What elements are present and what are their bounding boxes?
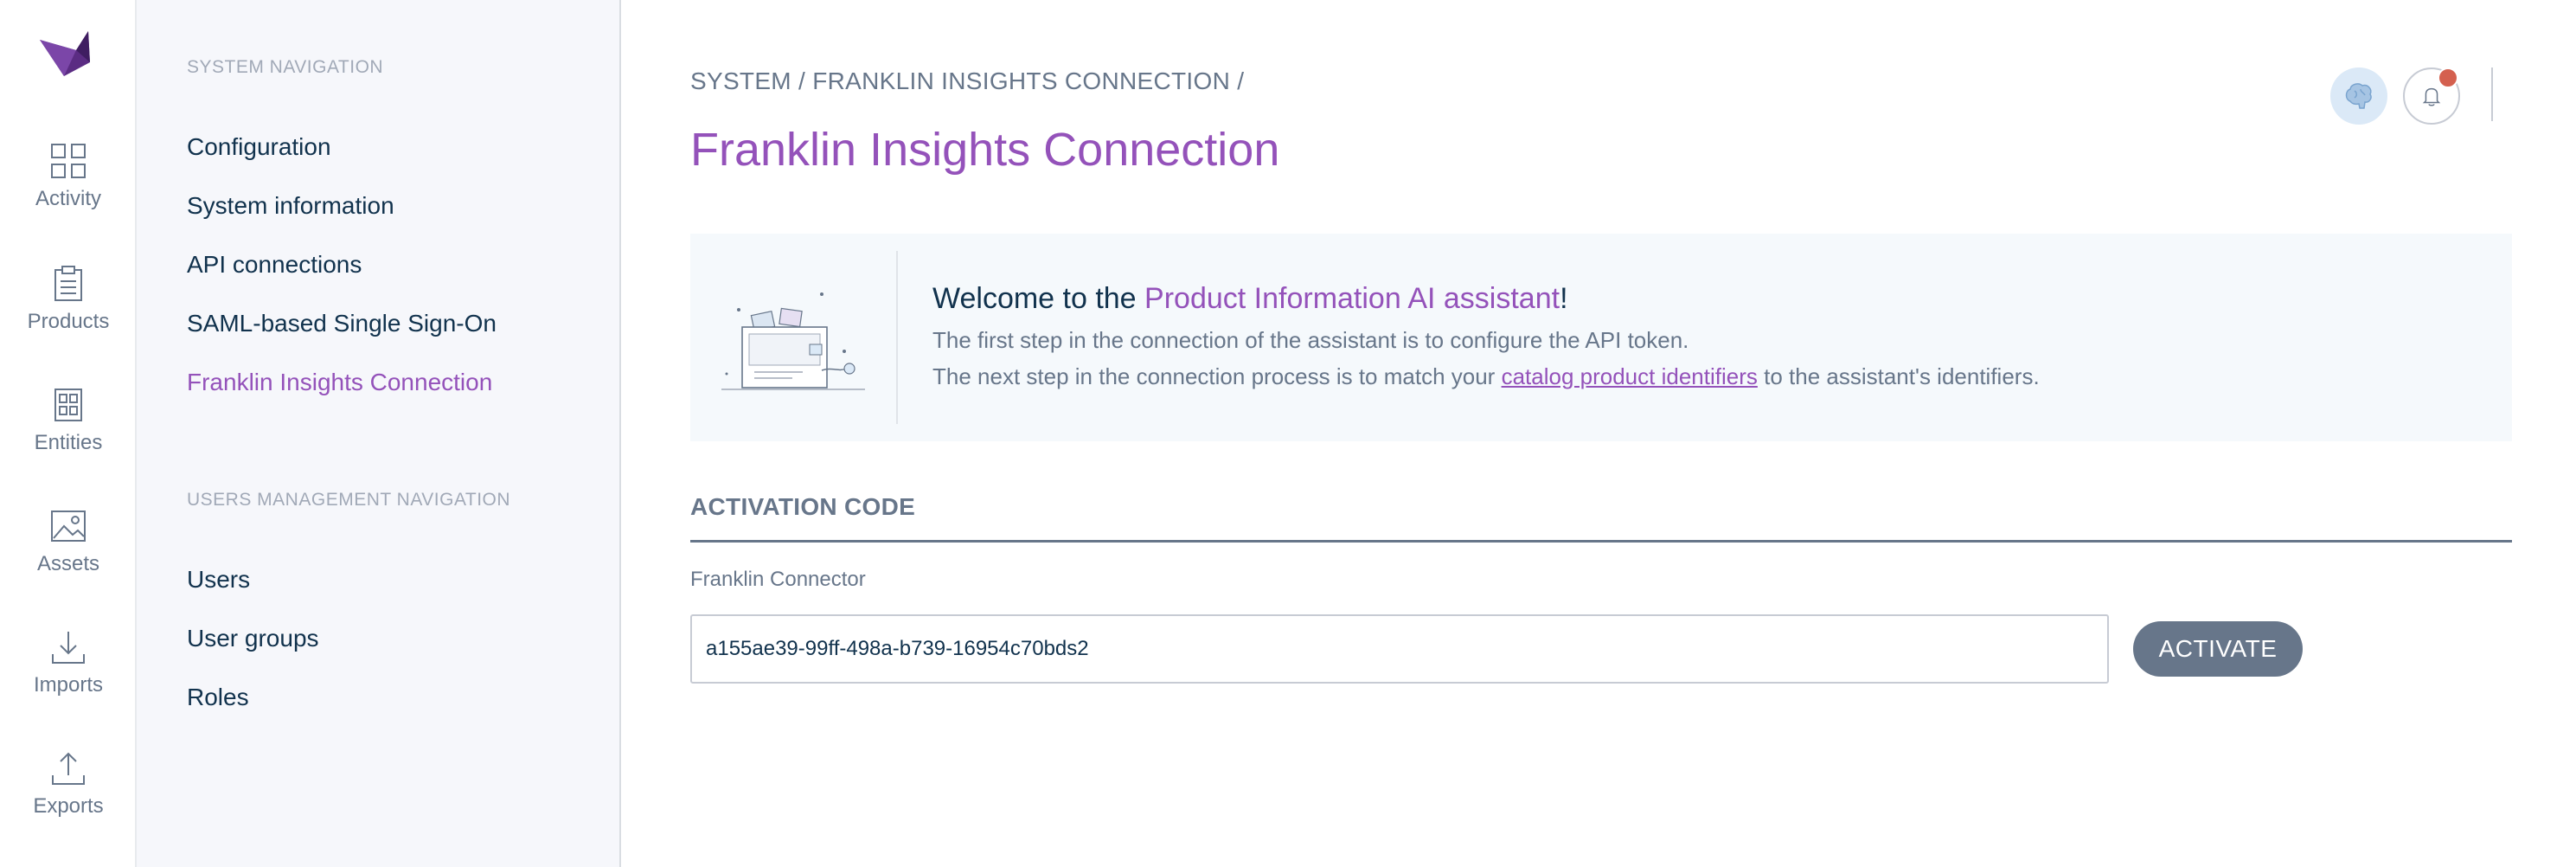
section-users-management-navigation: USERS MANAGEMENT NAVIGATION xyxy=(187,490,511,510)
export-icon xyxy=(52,752,85,785)
breadcrumb: SYSTEM / FRANKLIN INSIGHTS CONNECTION / xyxy=(690,67,1244,95)
activate-button[interactable]: ACTIVATE xyxy=(2133,621,2303,677)
section-divider xyxy=(690,540,2512,543)
subnav-item-system-information[interactable]: System information xyxy=(187,192,394,220)
subnav-item-roles[interactable]: Roles xyxy=(187,684,249,711)
nav-assets[interactable]: Assets xyxy=(0,507,137,611)
franklin-connector-label: Franklin Connector xyxy=(690,568,866,591)
dashboard-icon xyxy=(51,144,86,178)
user-avatar[interactable] xyxy=(2330,67,2387,125)
breadcrumb-separator: / xyxy=(1237,67,1245,94)
notification-badge xyxy=(2438,67,2458,88)
assistant-illustration xyxy=(721,292,865,390)
bell-icon xyxy=(2422,87,2441,106)
subnav-item-franklin-insights-connection[interactable]: Franklin Insights Connection xyxy=(187,369,492,396)
activation-code-input[interactable] xyxy=(690,614,2109,684)
helper-line-2-suffix: to the assistant's identifiers. xyxy=(1757,363,2040,389)
nav-activity[interactable]: Activity xyxy=(0,142,137,246)
catalog-product-identifiers-link[interactable]: catalog product identifiers xyxy=(1502,363,1758,389)
subnav-item-users[interactable]: Users xyxy=(187,566,250,594)
breadcrumb-franklin-insights-connection[interactable]: FRANKLIN INSIGHTS CONNECTION xyxy=(812,67,1230,94)
nav-label: Activity xyxy=(35,187,101,210)
subnav-item-configuration[interactable]: Configuration xyxy=(187,133,331,161)
helper-title-suffix: ! xyxy=(1560,282,1568,315)
entities-icon xyxy=(54,389,82,421)
helper-title-text: Welcome to the xyxy=(932,282,1145,315)
welcome-helper: Welcome to the Product Information AI as… xyxy=(690,234,2512,441)
nav-label: Exports xyxy=(33,794,104,818)
image-icon xyxy=(51,511,86,542)
nav-label: Entities xyxy=(34,431,103,454)
nav-label: Products xyxy=(27,310,110,333)
header-divider xyxy=(2491,67,2493,121)
subnav-item-saml-sso[interactable]: SAML-based Single Sign-On xyxy=(187,310,497,337)
subnav-item-api-connections[interactable]: API connections xyxy=(187,251,362,279)
helper-title-accent: Product Information AI assistant xyxy=(1144,282,1560,315)
helper-title: Welcome to the Product Information AI as… xyxy=(932,282,1568,316)
import-icon xyxy=(52,632,85,664)
nav-label: Imports xyxy=(33,673,103,697)
nav-label: Assets xyxy=(36,552,100,575)
helper-line-2-prefix: The next step in the connection process … xyxy=(932,363,1502,389)
brain-avatar-icon xyxy=(2345,83,2372,109)
nav-exports[interactable]: Exports xyxy=(0,749,137,853)
clipboard-icon xyxy=(54,266,82,301)
nav-entities[interactable]: Entities xyxy=(0,386,137,490)
akeneo-logo[interactable] xyxy=(35,24,97,90)
helper-line-1: The first step in the connection of the … xyxy=(932,327,1689,353)
helper-separator xyxy=(896,251,898,424)
helper-line-2: The next step in the connection process … xyxy=(932,363,2040,390)
section-system-navigation: SYSTEM NAVIGATION xyxy=(187,57,384,77)
page-title: Franklin Insights Connection xyxy=(690,124,1280,176)
system-subnavigation: SYSTEM NAVIGATION Configuration System i… xyxy=(137,0,621,867)
subnav-item-user-groups[interactable]: User groups xyxy=(187,625,319,652)
breadcrumb-system[interactable]: SYSTEM xyxy=(690,67,791,94)
activation-code-section-title: ACTIVATION CODE xyxy=(690,493,916,520)
nav-imports[interactable]: Imports xyxy=(0,628,137,732)
breadcrumb-separator: / xyxy=(798,67,806,94)
main-navigation-rail: Activity Products Entities Assets Import… xyxy=(0,0,137,867)
nav-products[interactable]: Products xyxy=(0,265,137,369)
